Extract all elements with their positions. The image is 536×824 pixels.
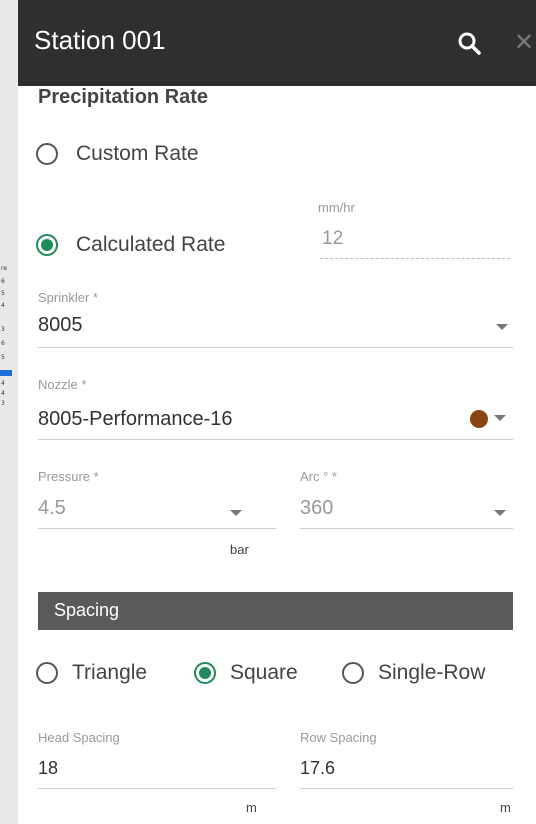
background-selection <box>0 370 12 376</box>
pressure-chevron-down-icon[interactable] <box>230 510 242 516</box>
row-spacing-input[interactable]: 17.6 <box>300 758 335 779</box>
pressure-label: Pressure * <box>38 469 99 484</box>
nozzle-color-indicator <box>470 410 488 428</box>
triangle-radio[interactable]: Triangle <box>36 661 147 685</box>
arc-underline <box>300 528 513 529</box>
radio-circle-selected <box>36 234 58 256</box>
row-spacing-unit: m <box>500 800 511 815</box>
sprinkler-chevron-down-icon[interactable] <box>496 324 508 330</box>
rate-unit-label: mm/hr <box>318 200 355 215</box>
calculated-rate-radio[interactable]: Calculated Rate <box>36 233 225 257</box>
panel-header: Station 001 ✕ <box>18 0 536 86</box>
close-icon[interactable]: ✕ <box>514 28 534 57</box>
background-text: 4 <box>1 390 5 397</box>
precipitation-rate-heading: Precipitation Rate <box>38 86 209 108</box>
arc-chevron-down-icon[interactable] <box>494 510 506 516</box>
square-label: Square <box>230 661 298 684</box>
custom-rate-radio[interactable]: Custom Rate <box>36 142 199 166</box>
station-title: Station 001 <box>34 25 166 55</box>
rate-underline <box>320 258 510 259</box>
spacing-title: Spacing <box>54 600 120 620</box>
pressure-unit: bar <box>230 542 249 557</box>
square-radio[interactable]: Square <box>194 661 298 685</box>
search-icon[interactable] <box>456 30 484 58</box>
nozzle-label: Nozzle * <box>38 377 87 392</box>
sprinkler-underline <box>38 347 513 348</box>
background-text: 4 <box>1 302 5 309</box>
pressure-underline <box>38 528 276 529</box>
background-text: 3 <box>1 400 5 407</box>
row-spacing-label: Row Spacing <box>300 730 377 745</box>
background-text: 6 <box>1 340 5 347</box>
background-text: 3 <box>1 326 5 333</box>
nozzle-chevron-down-icon[interactable] <box>494 415 506 421</box>
radio-circle <box>36 662 58 684</box>
nozzle-select[interactable]: 8005-Performance-16 <box>38 408 233 431</box>
background-text: 5 <box>1 354 5 361</box>
background-text: 4 <box>1 380 5 387</box>
background-text: re <box>1 265 8 272</box>
background-text: 6 <box>1 278 5 285</box>
background-text: 5 <box>1 290 5 297</box>
station-panel: Station 001 ✕ Precipitation Rate Custom … <box>18 0 536 824</box>
radio-circle <box>36 143 58 165</box>
pressure-select[interactable]: 4.5 <box>38 497 66 520</box>
single-row-radio[interactable]: Single-Row <box>342 661 485 685</box>
sprinkler-select[interactable]: 8005 <box>38 314 83 337</box>
nozzle-underline <box>38 439 513 440</box>
triangle-label: Triangle <box>72 661 148 684</box>
head-spacing-label: Head Spacing <box>38 730 120 745</box>
head-spacing-underline <box>38 788 276 789</box>
head-spacing-input[interactable]: 18 <box>38 758 58 779</box>
sprinkler-label: Sprinkler * <box>38 290 98 305</box>
head-spacing-unit: m <box>246 800 257 815</box>
radio-circle <box>342 662 364 684</box>
arc-label: Arc ° * <box>300 469 337 484</box>
custom-rate-label: Custom Rate <box>76 142 199 165</box>
single-row-label: Single-Row <box>378 661 486 684</box>
spacing-section-header: Spacing <box>38 592 513 630</box>
radio-circle-selected <box>194 662 216 684</box>
rate-value: 12 <box>322 228 344 249</box>
row-spacing-underline <box>300 788 513 789</box>
calculated-rate-label: Calculated Rate <box>76 233 226 256</box>
arc-select[interactable]: 360 <box>300 497 333 520</box>
